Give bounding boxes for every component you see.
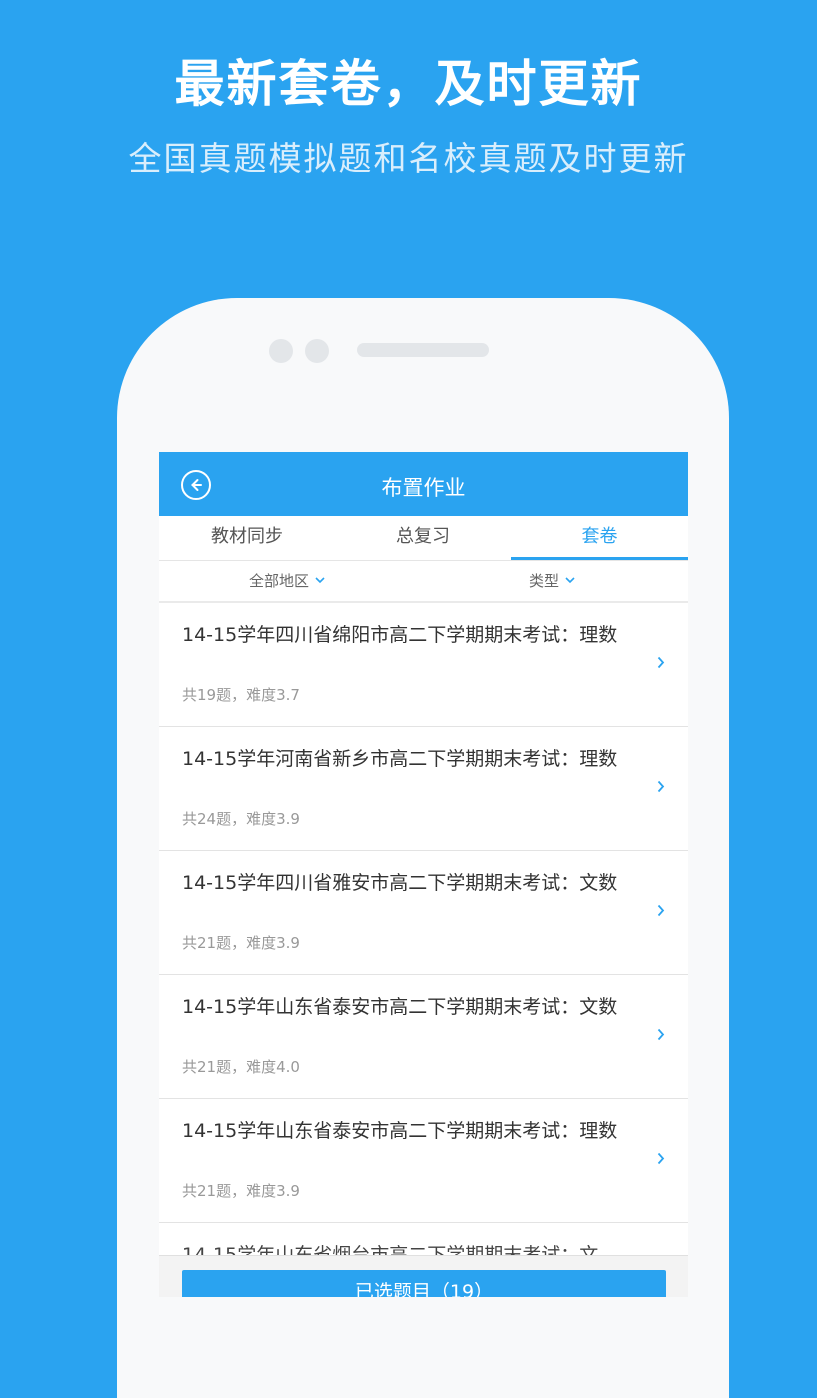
exam-title: 14-15学年山东省泰安市高二下学期期末考试：理数 (182, 1120, 618, 1142)
chevron-right-icon (657, 1028, 665, 1041)
exam-meta: 共19题，难度3.7 (182, 686, 300, 704)
list-item[interactable]: 14-15学年山东省泰安市高二下学期期末考试：文数 共21题，难度4.0 (159, 975, 688, 1099)
chevron-down-icon (565, 576, 575, 583)
list-item[interactable]: 14-15学年山东省泰安市高二下学期期末考试：理数 共21题，难度3.9 (159, 1099, 688, 1223)
promo-subtitle: 全国真题模拟题和名校真题及时更新 (128, 139, 689, 178)
exam-meta: 共24题，难度3.9 (182, 810, 300, 828)
exam-meta: 共21题，难度3.9 (182, 934, 300, 952)
chevron-right-icon (657, 780, 665, 793)
filter-bar: 全部地区 类型 (159, 561, 688, 601)
exam-title: 14-15学年山东省泰安市高二下学期期末考试：文数 (182, 996, 618, 1018)
type-filter[interactable]: 类型 (529, 561, 575, 601)
sensor-dot-icon (305, 339, 329, 363)
tab-textbook-sync[interactable]: 教材同步 (159, 516, 335, 560)
list-item[interactable]: 14-15学年四川省绵阳市高二下学期期末考试：理数 共19题，难度3.7 (159, 603, 688, 727)
type-filter-label: 类型 (529, 572, 560, 590)
chevron-right-icon (657, 656, 665, 669)
camera-dot-icon (269, 339, 293, 363)
region-filter[interactable]: 全部地区 (249, 561, 325, 601)
chevron-right-icon (657, 1152, 665, 1165)
nav-bar: 布置作业 (159, 452, 688, 516)
exam-title: 14-15学年四川省绵阳市高二下学期期末考试：理数 (182, 624, 618, 646)
selected-questions-button[interactable]: 已选题目（19） (182, 1270, 666, 1297)
page-title: 布置作业 (381, 476, 466, 500)
chevron-right-icon (657, 904, 665, 917)
exam-list: 14-15学年四川省绵阳市高二下学期期末考试：理数 共19题，难度3.7 14-… (159, 603, 688, 1297)
exam-meta: 共21题，难度4.0 (182, 1058, 300, 1076)
exam-meta: 共21题，难度3.9 (182, 1182, 300, 1200)
promo-title: 最新套卷，及时更新 (174, 55, 643, 113)
bottom-bar: 已选题目（19） (159, 1255, 688, 1297)
tab-exam-sets[interactable]: 套卷 (511, 516, 688, 560)
tab-general-review[interactable]: 总复习 (335, 516, 511, 560)
chevron-down-icon (315, 576, 325, 583)
exam-title: 14-15学年河南省新乡市高二下学期期末考试：理数 (182, 748, 618, 770)
list-item[interactable]: 14-15学年河南省新乡市高二下学期期末考试：理数 共24题，难度3.9 (159, 727, 688, 851)
app-screen: 布置作业 教材同步 总复习 套卷 全部地区 类型 14-15学年四川省绵阳市高二… (159, 452, 688, 1297)
region-filter-label: 全部地区 (249, 572, 310, 590)
list-item[interactable]: 14-15学年四川省雅安市高二下学期期末考试：文数 共21题，难度3.9 (159, 851, 688, 975)
exam-title: 14-15学年四川省雅安市高二下学期期末考试：文数 (182, 872, 618, 894)
tab-bar: 教材同步 总复习 套卷 (159, 516, 688, 560)
speaker-grille (357, 343, 489, 357)
